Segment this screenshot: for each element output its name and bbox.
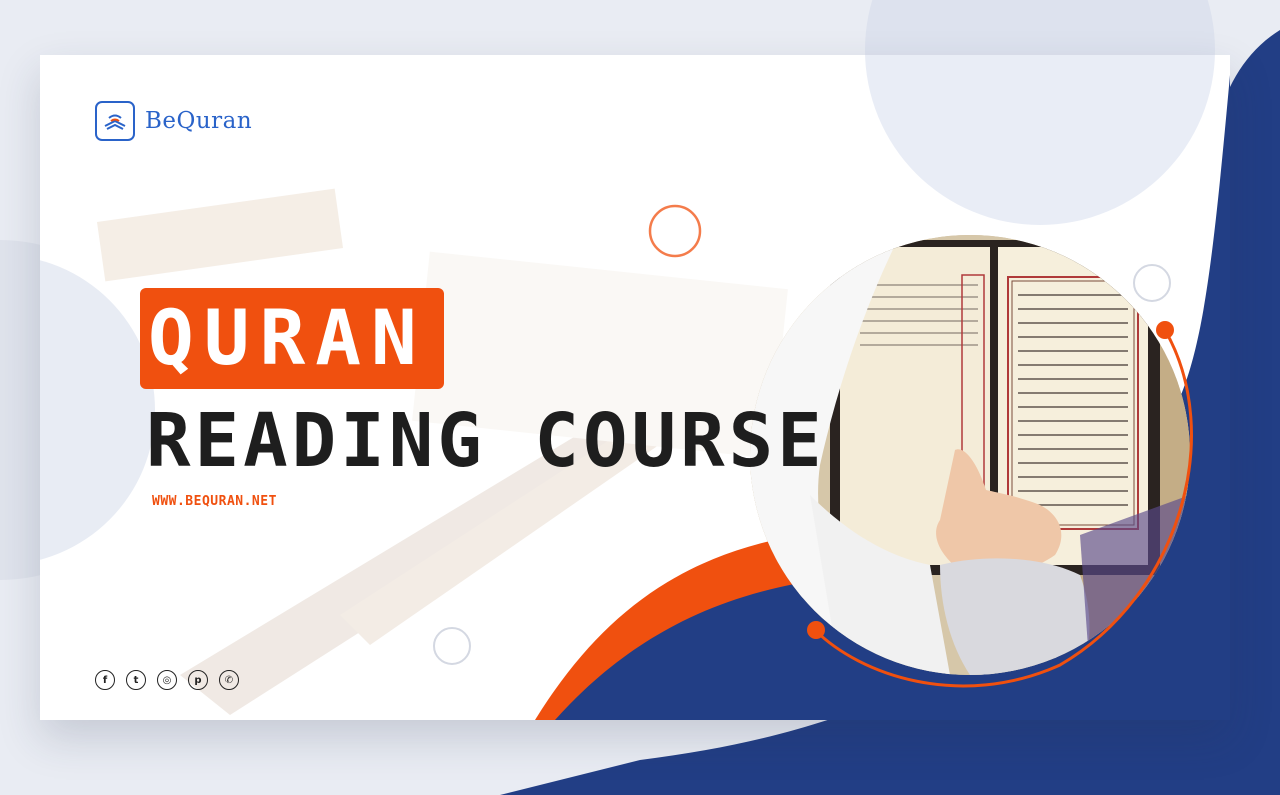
pinterest-icon[interactable]: p: [188, 670, 208, 690]
headline-line-2: READING COURSE: [146, 398, 826, 484]
facebook-icon[interactable]: f: [95, 670, 115, 690]
open-book-wifi-icon: [95, 101, 135, 141]
instagram-icon[interactable]: ◎: [157, 670, 177, 690]
website-link[interactable]: WWW.BEQURAN.NET: [152, 494, 277, 509]
brand-logo[interactable]: BeQuran: [95, 101, 252, 141]
headline-line-1: QURAN: [148, 293, 427, 382]
twitter-icon[interactable]: t: [126, 670, 146, 690]
brand-name: BeQuran: [145, 108, 253, 134]
whatsapp-icon[interactable]: ✆: [219, 670, 239, 690]
promo-card: BeQuran QURAN READING COURSE WWW.BEQURAN…: [40, 55, 1230, 720]
social-links: f t ◎ p ✆: [95, 670, 239, 690]
